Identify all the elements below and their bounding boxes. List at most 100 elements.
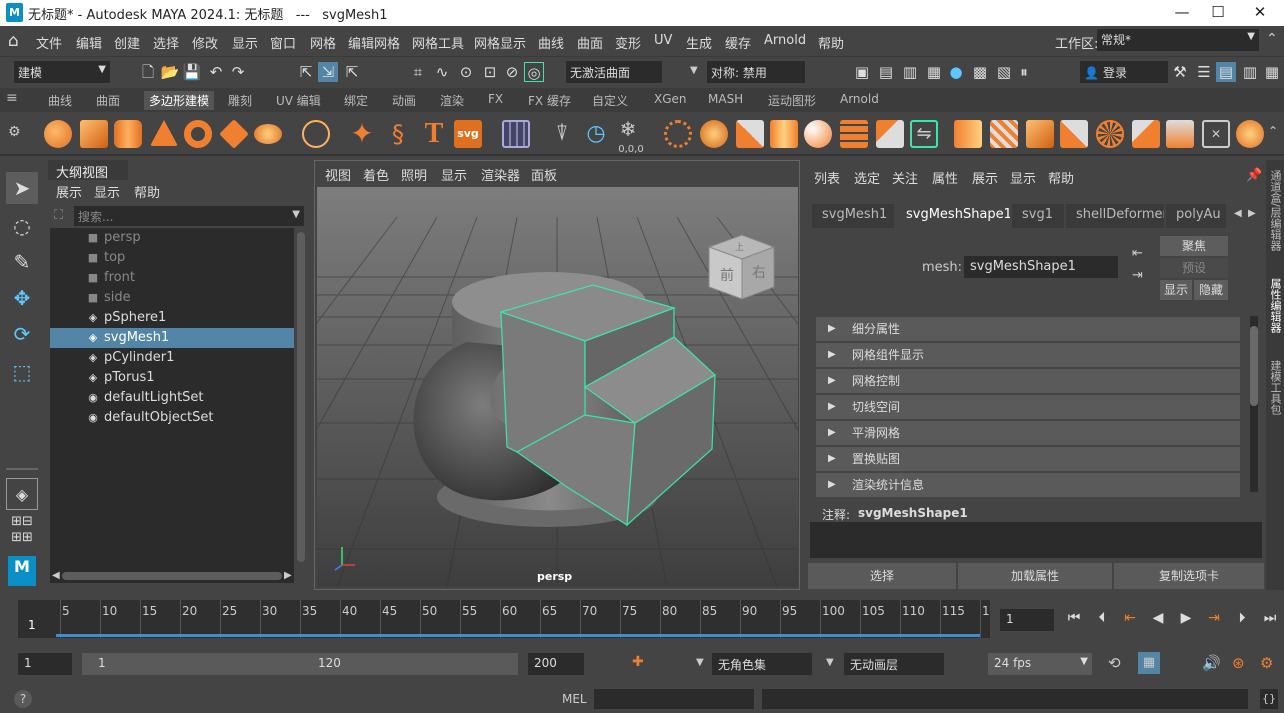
bevel-edge-icon[interactable] <box>840 120 868 148</box>
combine-icon[interactable]: ⍒ <box>548 120 576 148</box>
mesh-field[interactable]: svgMeshShape1 <box>964 256 1118 278</box>
menu-item-3[interactable]: 选择 <box>153 33 179 52</box>
poly-sphere-icon[interactable] <box>44 120 72 148</box>
show-button[interactable]: 显示 <box>1160 280 1192 300</box>
offset-edge-loop-icon[interactable] <box>1096 120 1124 148</box>
login-button[interactable]: 👤 登录 <box>1080 61 1168 83</box>
viewport-3d-scene[interactable]: 前 右 上 persp <box>317 187 798 587</box>
render-frame-icon[interactable]: ▤ <box>876 62 896 82</box>
menu-item-1[interactable]: 编辑 <box>76 33 102 52</box>
poly-plane-icon[interactable] <box>219 119 249 149</box>
booleans-icon[interactable] <box>664 120 692 148</box>
pin-icon[interactable]: 📌 <box>1246 168 1262 183</box>
tab-scroll-left-icon[interactable]: ◀ <box>1234 208 1242 219</box>
goto-input-icon[interactable]: ⇤ <box>1132 246 1143 261</box>
outliner-item-svgMesh1[interactable]: ◈ svgMesh1 <box>50 328 294 348</box>
menu-item-11[interactable]: 曲线 <box>538 33 564 52</box>
outliner-menu-show[interactable]: 显示 <box>94 182 120 201</box>
focus-button[interactable]: 聚焦 <box>1160 236 1228 256</box>
attr-menu-item-3[interactable]: 属性 <box>932 168 958 187</box>
channel-box-icon[interactable]: ▦ <box>1262 62 1282 82</box>
anim-layer-field[interactable]: 无动画层 <box>844 653 944 675</box>
merge-center-icon[interactable]: ⇋ <box>910 120 938 148</box>
shelf-tab-11[interactable]: XGen <box>654 92 687 106</box>
menu-item-15[interactable]: 生成 <box>686 33 712 52</box>
shelf-tab-0[interactable]: 曲线 <box>48 92 72 109</box>
viewport-menu-renderer[interactable]: 渲染器 <box>481 165 520 184</box>
goto-output-icon[interactable]: ⇥ <box>1132 268 1143 283</box>
viewport-menu-lighting[interactable]: 照明 <box>401 165 427 184</box>
hide-button[interactable]: 隐藏 <box>1194 280 1228 300</box>
side-tab-attribute-editor[interactable]: 属性编辑器 <box>1268 278 1282 333</box>
character-controls-icon[interactable]: ☰ <box>1194 62 1214 82</box>
outliner-hscrollbar[interactable] <box>62 572 282 580</box>
attr-menu-item-4[interactable]: 展示 <box>972 168 998 187</box>
attr-tab-3[interactable]: shellDeformer1 <box>1066 204 1164 228</box>
help-icon[interactable]: ? <box>14 690 32 708</box>
attr-section-4[interactable]: ▶ 平滑网格 <box>816 421 1240 445</box>
current-frame-field[interactable]: 1 <box>1000 609 1054 631</box>
shelf-tab-14[interactable]: Arnold <box>840 92 879 106</box>
menu-item-2[interactable]: 创建 <box>114 33 140 52</box>
attr-section-1[interactable]: ▶ 网格组件显示 <box>816 343 1240 367</box>
select-button[interactable]: 选择 <box>808 563 956 589</box>
attr-tab-2[interactable]: svg1 <box>1012 204 1064 228</box>
menu-item-13[interactable]: 变形 <box>615 33 641 52</box>
shelf-tab-5[interactable]: 绑定 <box>344 92 368 109</box>
load-attributes-button[interactable]: 加载属性 <box>958 563 1112 589</box>
anim-prefs-icon[interactable]: ⚙ <box>1260 654 1273 672</box>
bridge-icon[interactable] <box>770 120 798 148</box>
four-view-layout-icon[interactable]: ⊞⊟ ⊞⊞ <box>6 514 38 546</box>
gear-icon[interactable]: ⚙ <box>8 124 21 140</box>
redo-icon[interactable]: ↷ <box>228 62 248 82</box>
attr-tab-4[interactable]: polyAu <box>1166 204 1226 228</box>
poly-cube-icon[interactable] <box>80 120 108 148</box>
play-forward-icon[interactable]: ▶ <box>1176 610 1196 626</box>
tab-scroll-right-icon[interactable]: ▶ <box>1248 208 1256 219</box>
rotate-tool-icon[interactable]: ⟳ <box>6 318 38 350</box>
sound-icon[interactable]: 🔊 <box>1202 654 1221 672</box>
side-tab-modeling-toolkit[interactable]: 建模工具包 <box>1268 360 1282 415</box>
preset-button[interactable]: 预设 <box>1160 258 1228 278</box>
attr-menu-item-2[interactable]: 关注 <box>892 168 918 187</box>
attr-vscrollbar[interactable] <box>1250 326 1258 406</box>
arnold-render-icon[interactable]: ▩ <box>970 62 990 82</box>
play-backward-icon[interactable]: ◀ <box>1148 610 1168 626</box>
live-surface-icon[interactable]: ◎ <box>524 62 544 82</box>
attribute-editor-toggle-icon[interactable]: ▤ <box>1216 62 1236 82</box>
menu-item-10[interactable]: 网格显示 <box>474 33 526 52</box>
minimize-button[interactable]: — <box>1162 2 1202 24</box>
outliner-item-front[interactable]: ■ front <box>50 268 294 288</box>
menu-item-12[interactable]: 曲面 <box>577 33 603 52</box>
render-view-icon[interactable]: ▦ <box>924 62 944 82</box>
connect-icon[interactable] <box>1026 120 1054 148</box>
menu-item-14[interactable]: UV <box>654 33 672 48</box>
attr-menu-item-5[interactable]: 显示 <box>1010 168 1036 187</box>
outliner-search-input[interactable]: 搜索... ▼ <box>74 206 304 226</box>
hypershade-icon[interactable]: ● <box>946 62 966 82</box>
outliner-filter-icon[interactable]: ⛶ <box>54 208 63 223</box>
outliner-item-pSphere1[interactable]: ◈ pSphere1 <box>50 308 294 328</box>
maximize-button[interactable]: ☐ <box>1198 2 1238 24</box>
text-tool-icon[interactable]: T <box>420 120 448 148</box>
notes-field[interactable] <box>810 522 1262 558</box>
start-time-field[interactable]: 1 <box>18 653 72 675</box>
side-tab-channel-box[interactable]: 通道盒/层编辑器 <box>1268 170 1282 251</box>
view-cube[interactable]: 前 右 上 <box>707 234 776 300</box>
paint-select-icon[interactable]: ✎ <box>6 246 38 278</box>
go-to-end-icon[interactable]: ⏭ <box>1260 610 1280 626</box>
new-scene-icon[interactable]: 🗋 <box>138 62 158 82</box>
outliner-item-defaultLightSet[interactable]: ◉ defaultLightSet <box>50 388 294 408</box>
range-slider[interactable]: 1 120 <box>82 653 518 675</box>
attr-section-2[interactable]: ▶ 网格控制 <box>816 369 1240 393</box>
select-object-icon[interactable]: ⇲ <box>318 62 338 82</box>
select-tool-icon[interactable]: ➤ <box>6 172 38 204</box>
character-set-field[interactable]: 无角色集 <box>712 653 812 675</box>
step-back-frame-icon[interactable]: ⏴ <box>1092 610 1112 626</box>
mel-label[interactable]: MEL <box>562 692 587 706</box>
outliner-item-side[interactable]: ■ side <box>50 288 294 308</box>
collapse-icon[interactable]: ⌃ <box>1266 31 1278 47</box>
select-hierarchy-icon[interactable]: ⇱ <box>296 62 316 82</box>
outliner-menu-display[interactable]: 展示 <box>56 182 82 201</box>
poly-cylinder-icon[interactable] <box>114 120 142 148</box>
